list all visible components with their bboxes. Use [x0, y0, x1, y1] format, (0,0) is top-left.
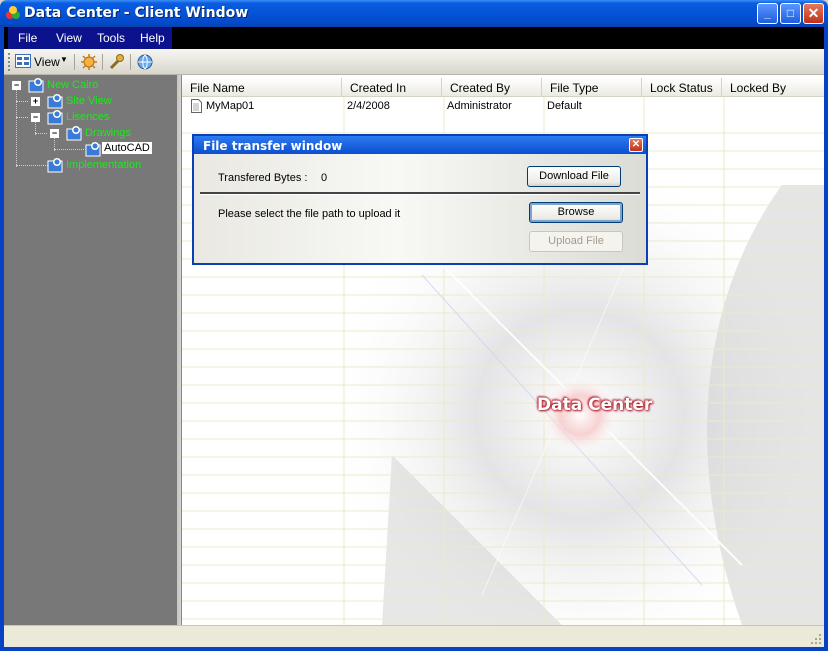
- column-header-file-type[interactable]: File Type: [542, 78, 642, 97]
- cell-file-type: Default: [547, 100, 582, 112]
- tree-node-lisences[interactable]: Lisences: [66, 111, 109, 123]
- column-header-lock-status[interactable]: Lock Status: [642, 78, 722, 97]
- tree-connector: [35, 133, 47, 134]
- dialog-close-button[interactable]: ✕: [629, 138, 643, 152]
- cell-created-in: 2/4/2008: [347, 100, 390, 112]
- dialog-title: File transfer window: [203, 139, 343, 153]
- tree-collapse-toggle[interactable]: −: [50, 129, 59, 138]
- tree-node-implementation[interactable]: Implementation: [66, 159, 141, 171]
- tree-node-site-view[interactable]: Site View: [66, 95, 112, 107]
- minimize-button[interactable]: _: [757, 3, 778, 24]
- window-frame-bottom: [0, 647, 828, 651]
- tree-connector: [16, 165, 48, 166]
- tree-connector: [54, 149, 84, 150]
- menu-group: File View Tools Help: [8, 27, 172, 49]
- tree-view[interactable]: − New Cairo + Site View − Lisences − Dra…: [4, 75, 179, 625]
- title-bar[interactable]: Data Center - Client Window _ □ ✕: [0, 0, 828, 27]
- menu-bar: File View Tools Help: [4, 27, 824, 49]
- dialog-separator: [200, 192, 640, 195]
- tools-icon[interactable]: [108, 53, 126, 71]
- menu-tools[interactable]: Tools: [97, 31, 125, 45]
- browse-button[interactable]: Browse: [529, 202, 623, 223]
- cell-file-name: MyMap01: [182, 97, 342, 115]
- window-title: Data Center - Client Window: [24, 5, 249, 21]
- view-dropdown-label: View: [34, 55, 60, 69]
- upload-prompt-label: Please select the file path to upload it: [218, 208, 401, 220]
- toolbar-separator: [102, 54, 103, 70]
- tree-collapse-toggle[interactable]: −: [12, 81, 21, 90]
- tree-collapse-toggle[interactable]: −: [31, 113, 40, 122]
- view-icon: [15, 54, 31, 68]
- tree-connector: [16, 101, 28, 102]
- folder-node-icon: [47, 94, 63, 109]
- chevron-down-icon: ▼: [60, 55, 68, 64]
- cell-lock-status: [642, 97, 722, 115]
- column-header-created-by[interactable]: Created By: [442, 78, 542, 97]
- column-header-locked-by[interactable]: Locked By: [722, 78, 824, 97]
- close-button[interactable]: ✕: [803, 3, 824, 24]
- toolbar-grip[interactable]: [8, 53, 11, 71]
- menu-help[interactable]: Help: [140, 31, 165, 45]
- watermark-logo: Data Center: [537, 395, 653, 415]
- folder-node-icon: [47, 158, 63, 173]
- download-file-button[interactable]: Download File: [527, 166, 621, 187]
- file-transfer-dialog: File transfer window ✕ Transfered Bytes …: [192, 134, 648, 265]
- tree-node-autocad[interactable]: AutoCAD: [102, 142, 152, 154]
- tree-node-drawings[interactable]: Drawings: [85, 127, 131, 139]
- tree-connector: [16, 117, 28, 118]
- globe-refresh-icon[interactable]: [136, 53, 154, 71]
- grid-header: File Name Created In Created By File Typ…: [182, 78, 824, 97]
- tree-expand-toggle[interactable]: +: [31, 97, 40, 106]
- window-frame-right: [824, 27, 828, 651]
- app-icon: [6, 6, 20, 19]
- resize-grip-icon[interactable]: [810, 633, 822, 645]
- file-name-text: MyMap01: [206, 100, 255, 112]
- dialog-body: Transfered Bytes : 0 Download File Pleas…: [194, 154, 646, 263]
- folder-node-icon: [66, 126, 82, 141]
- toolbar-separator: [130, 54, 131, 70]
- table-row[interactable]: MyMap01 2/4/2008 Administrator Default: [182, 97, 824, 115]
- folder-node-icon: [28, 78, 44, 93]
- status-bar: [4, 625, 824, 647]
- menu-view[interactable]: View: [56, 31, 82, 45]
- cell-locked-by: [722, 97, 824, 115]
- toolbar: View ▼: [4, 49, 824, 75]
- folder-node-icon: [85, 142, 101, 157]
- column-header-created-in[interactable]: Created In: [342, 78, 442, 97]
- transferred-bytes-value: 0: [321, 172, 328, 184]
- transferred-bytes-label: Transfered Bytes :: [218, 172, 308, 184]
- sun-settings-icon[interactable]: [80, 53, 98, 71]
- maximize-button[interactable]: □: [780, 3, 801, 24]
- file-icon: [191, 99, 202, 113]
- cell-created-by: Administrator: [447, 100, 512, 112]
- toolbar-separator: [74, 54, 75, 70]
- folder-node-icon: [47, 110, 63, 125]
- column-header-file-name[interactable]: File Name: [182, 78, 342, 97]
- upload-file-button[interactable]: Upload File: [529, 231, 623, 252]
- dialog-title-bar[interactable]: File transfer window ✕: [194, 136, 646, 154]
- tree-node-new-cairo[interactable]: New Cairo: [47, 79, 98, 91]
- menu-file[interactable]: File: [18, 31, 37, 45]
